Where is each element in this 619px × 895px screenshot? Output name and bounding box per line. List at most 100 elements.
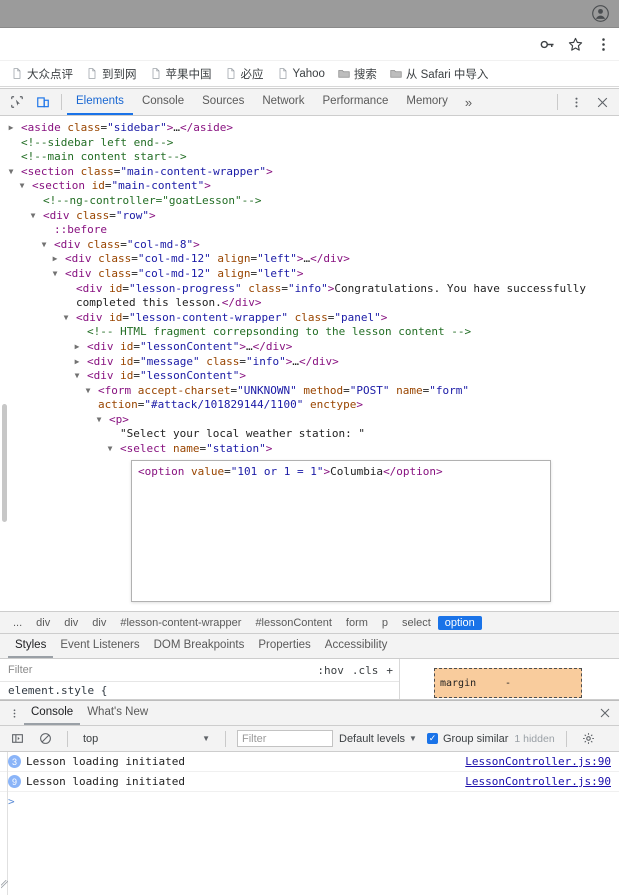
console-message-row[interactable]: 9 Lesson loading initiated LessonControlle…	[0, 772, 619, 792]
devtools-tab-memory[interactable]: Memory	[397, 89, 457, 115]
dom-node-row[interactable]: ▼ <section class="main-content-wrapper">	[0, 165, 619, 180]
dom-node-row[interactable]: ·<!--sidebar left end-->	[0, 136, 619, 151]
expand-arrow-icon[interactable]: ▶	[9, 121, 21, 136]
devtools-tab-console[interactable]: Console	[133, 89, 193, 115]
dom-node-row[interactable]: ·<!--ng-controller="goatLesson"-->	[0, 194, 619, 209]
bookmark-item[interactable]: Yahoo	[272, 65, 330, 82]
expand-arrow-icon[interactable]: ▶	[53, 252, 65, 267]
dom-tree[interactable]: ▶<aside class="sidebar">…</aside>·<!--si…	[0, 116, 619, 602]
dom-node-edit-box[interactable]: <option value="101 or 1 = 1">Columbia</o…	[131, 459, 551, 602]
styles-tab-accessibility[interactable]: Accessibility	[318, 634, 395, 658]
console-message-source-link[interactable]: LessonController.js:90	[465, 775, 619, 788]
device-toolbar-icon[interactable]	[30, 90, 56, 114]
dom-node-row[interactable]: ·::before	[0, 223, 619, 238]
dom-node-row[interactable]: ▼ <div id="lessonContent">	[0, 369, 619, 384]
clear-console-icon[interactable]	[34, 729, 56, 749]
breadcrumb-item[interactable]: option	[437, 615, 482, 630]
devtools-tab-sources[interactable]: Sources	[193, 89, 253, 115]
breadcrumb-item[interactable]: p	[375, 616, 395, 630]
console-message-row[interactable]: 3 Lesson loading initiated LessonControlle…	[0, 752, 619, 772]
dom-node-row[interactable]: ▶ <aside class="sidebar">…</aside>	[0, 121, 619, 136]
new-style-rule-button[interactable]: +	[386, 664, 393, 677]
drawer-close-icon[interactable]	[591, 701, 619, 725]
more-tabs-button[interactable]: »	[457, 95, 480, 110]
drawer-tab-what-s-new[interactable]: What's New	[80, 701, 155, 725]
styles-tab-properties[interactable]: Properties	[251, 634, 317, 658]
console-message-list[interactable]: 3 Lesson loading initiated LessonControlle…	[0, 752, 619, 895]
devtools-tab-elements[interactable]: Elements	[67, 89, 133, 115]
key-icon[interactable]	[539, 36, 556, 53]
collapse-arrow-icon[interactable]: ▼	[64, 311, 76, 326]
dom-node-row[interactable]: ·<!-- HTML fragment correpsonding to the…	[0, 325, 619, 340]
group-similar-toggle[interactable]: ✓ Group similar	[426, 733, 508, 745]
styles-tab-event-listeners[interactable]: Event Listeners	[53, 634, 146, 658]
console-sidebar-icon[interactable]	[6, 729, 28, 749]
breadcrumb-item[interactable]: div	[57, 616, 85, 630]
devtools-close-icon[interactable]	[589, 90, 615, 114]
collapse-arrow-icon[interactable]: ▼	[86, 384, 98, 399]
breadcrumb-item[interactable]: #lessonContent	[248, 616, 338, 630]
dom-node-row[interactable]: ▶ <div class="col-md-12" align="left">…</…	[0, 252, 619, 267]
drawer-menu-icon[interactable]	[4, 701, 24, 725]
inspect-cursor-icon[interactable]	[4, 90, 30, 114]
collapse-arrow-icon[interactable]: ▼	[108, 442, 120, 457]
collapse-arrow-icon[interactable]: ▼	[9, 165, 21, 180]
dom-node-row[interactable]: ▶ <div id="lessonContent">…</div>	[0, 340, 619, 355]
collapse-arrow-icon[interactable]: ▼	[31, 209, 43, 224]
dom-node-row[interactable]: ▼ <div id="lesson-content-wrapper" class=…	[0, 311, 619, 326]
dom-node-row[interactable]: ·"Select your local weather station: "	[0, 427, 619, 442]
hov-toggle[interactable]: :hov	[317, 664, 344, 677]
expand-arrow-icon[interactable]: ▶	[75, 340, 87, 355]
devtools-tab-network[interactable]: Network	[253, 89, 313, 115]
devtools-settings-icon[interactable]	[563, 90, 589, 114]
dom-node-row[interactable]: ▼ <select name="station">	[0, 442, 619, 457]
margin-box[interactable]: margin -	[434, 668, 582, 698]
breadcrumb-item[interactable]: #lesson-content-wrapper	[113, 616, 248, 630]
collapse-arrow-icon[interactable]: ▼	[53, 267, 65, 282]
devtools-tab-performance[interactable]: Performance	[314, 89, 398, 115]
breadcrumb-item[interactable]: form	[339, 616, 375, 630]
dom-node-row[interactable]: ▼ <section id="main-content">	[0, 179, 619, 194]
dom-node-row[interactable]: ▶ <div id="message" class="info">…</div>	[0, 355, 619, 370]
console-message-source-link[interactable]: LessonController.js:90	[465, 755, 619, 768]
expand-arrow-icon[interactable]: ▶	[75, 355, 87, 370]
bookmark-item[interactable]: 到到网	[81, 64, 142, 84]
dom-node-row[interactable]: ·<!--main content start-->	[0, 150, 619, 165]
group-similar-checkbox[interactable]: ✓	[426, 733, 438, 744]
star-icon[interactable]	[567, 36, 584, 53]
browser-menu-icon[interactable]	[595, 36, 612, 53]
drawer-tab-console[interactable]: Console	[24, 701, 81, 725]
bookmark-item[interactable]: 从 Safari 中导入	[385, 64, 493, 84]
breadcrumb-item[interactable]: select	[395, 616, 438, 630]
dom-tree-container[interactable]: ▶<aside class="sidebar">…</aside>·<!--si…	[0, 116, 619, 612]
bookmark-item[interactable]: 必应	[220, 64, 269, 84]
dom-node-row[interactable]: ·<div id="lesson-progress" class="info">…	[0, 282, 619, 311]
collapse-arrow-icon[interactable]: ▼	[42, 238, 54, 253]
cls-toggle[interactable]: .cls	[352, 664, 379, 677]
console-levels-select[interactable]: Default levels ▼	[339, 733, 417, 745]
breadcrumb-item[interactable]: div	[29, 616, 57, 630]
collapse-arrow-icon[interactable]: ▼	[75, 369, 87, 384]
styles-tab-styles[interactable]: Styles	[8, 634, 54, 658]
bookmark-item[interactable]: 苹果中国	[145, 64, 217, 84]
breadcrumb-item[interactable]: div	[85, 616, 113, 630]
dom-node-row[interactable]: ▼ <p>	[0, 413, 619, 428]
margin-value[interactable]: -	[505, 678, 511, 689]
styles-tab-dom-breakpoints[interactable]: DOM Breakpoints	[147, 634, 252, 658]
dom-node-row[interactable]: ▼ <form accept-charset="UNKNOWN" method="…	[0, 384, 619, 413]
console-context-select[interactable]: top ▼	[79, 733, 214, 745]
collapse-arrow-icon[interactable]: ▼	[97, 413, 109, 428]
dom-node-row[interactable]: ▼ <div class="col-md-8">	[0, 238, 619, 253]
resize-grip-icon[interactable]	[1, 880, 8, 889]
bookmark-item[interactable]: 搜索	[333, 64, 382, 84]
console-filter-input[interactable]: Filter	[237, 730, 333, 747]
gear-icon[interactable]	[578, 729, 600, 749]
breadcrumb-item[interactable]: ...	[6, 616, 29, 630]
console-prompt[interactable]: >	[0, 792, 619, 811]
profile-icon[interactable]	[592, 5, 609, 22]
collapse-arrow-icon[interactable]: ▼	[20, 179, 32, 194]
dom-node-row[interactable]: ▼ <div class="row">	[0, 209, 619, 224]
dom-node-row[interactable]: ▼ <div class="col-md-12" align="left">	[0, 267, 619, 282]
bookmark-item[interactable]: 大众点评	[6, 64, 78, 84]
styles-filter-input[interactable]: Filter	[8, 664, 32, 676]
